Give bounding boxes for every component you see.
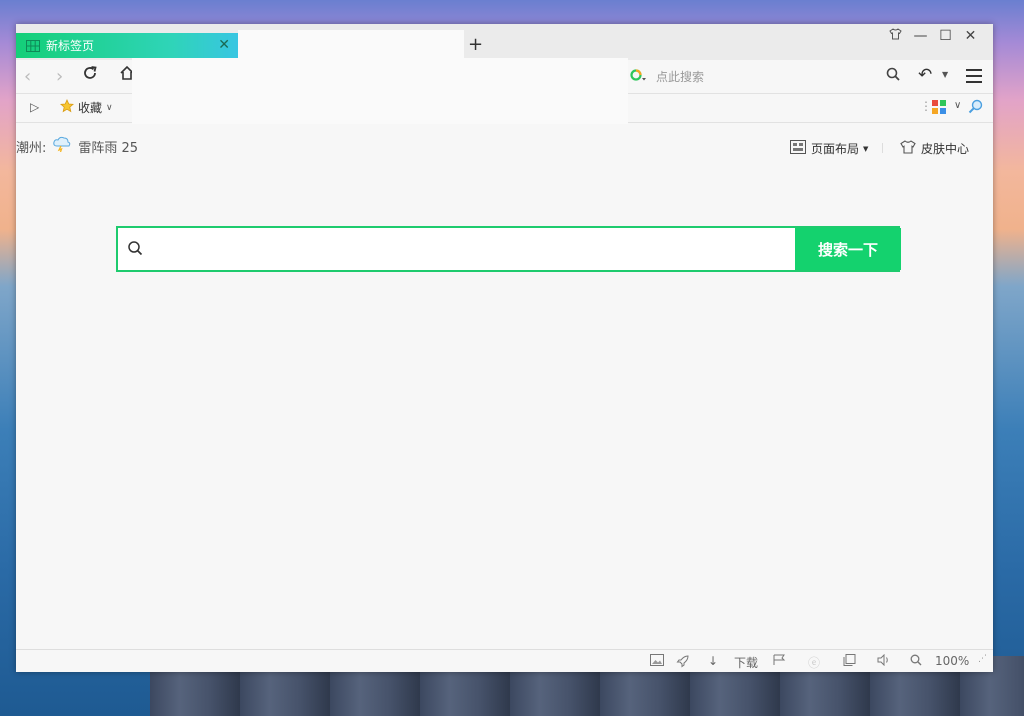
main-search-box: 搜索一下 [116, 226, 901, 272]
skin-shirt-icon[interactable] [883, 28, 908, 44]
zoom-icon[interactable] [910, 654, 922, 669]
search-button[interactable]: 搜索一下 [795, 228, 901, 270]
status-bar: ↓ 下载 ⓔ 100% ⋰ [16, 649, 993, 672]
zoom-level[interactable]: 100% [935, 654, 969, 668]
blank-tab-area [238, 30, 464, 58]
undo-icon[interactable]: ↶ [918, 65, 932, 85]
minimize-icon[interactable]: — [908, 28, 933, 44]
ie-icon[interactable]: ⓔ [808, 654, 820, 671]
tab-new-tab[interactable]: 新标签页 ✕ [16, 33, 238, 58]
main-search-input[interactable] [152, 240, 782, 258]
toolbar-search-input[interactable]: 点此搜索 [656, 68, 704, 85]
download-arrow-icon[interactable]: ↓ [708, 654, 718, 668]
magnifier-icon[interactable] [968, 99, 984, 118]
layout-label: 页面布局 [811, 142, 860, 156]
apps-icon[interactable] [932, 100, 948, 117]
new-tab-button[interactable]: + [468, 34, 483, 55]
menu-icon[interactable] [966, 69, 982, 87]
blank-popup-area [132, 58, 628, 124]
search-engine-logo-icon [630, 68, 648, 85]
search-engine-selector[interactable]: 点此搜索 [630, 68, 704, 85]
close-tab-icon[interactable]: ✕ [218, 37, 230, 53]
star-icon [60, 99, 74, 116]
favorites-label: 收藏 [78, 101, 103, 115]
page-layout-button[interactable]: 页面布局 ▼ [790, 140, 868, 157]
tab-bar: 新标签页 ✕ + — ☐ ✕ [16, 24, 993, 60]
thunderstorm-icon [52, 136, 72, 156]
favorites-button[interactable]: 收藏 ∨ [60, 99, 113, 116]
weather-widget[interactable]: 潮州: 雷阵雨 25 [16, 136, 138, 156]
close-window-icon[interactable]: ✕ [958, 28, 983, 44]
image-icon[interactable] [650, 654, 664, 669]
undo-dropdown-icon[interactable]: ▼ [942, 70, 948, 79]
caret-down-icon: ▼ [863, 144, 869, 153]
chevron-down-icon: ∨ [106, 102, 113, 113]
weather-condition: 雷阵雨 25 [78, 140, 139, 156]
rocket-icon[interactable] [676, 654, 690, 671]
back-icon[interactable]: ‹ [24, 66, 31, 87]
sidebar-toggle-icon[interactable]: ▷ [30, 100, 39, 114]
search-icon[interactable] [886, 67, 900, 84]
window-icon[interactable] [843, 654, 856, 669]
forward-icon[interactable]: › [56, 66, 63, 87]
reload-icon[interactable] [82, 65, 98, 86]
resize-grip-icon[interactable]: ⋰ [978, 654, 987, 664]
more-dots-icon[interactable]: ⋮ [920, 99, 932, 113]
window-controls: — ☐ ✕ [883, 28, 983, 44]
skin-center-button[interactable]: 皮肤中心 [900, 140, 969, 157]
shirt-icon [900, 140, 916, 157]
layout-icon [790, 140, 806, 157]
weather-city: 潮州: [16, 140, 47, 156]
apps-chevron-icon[interactable]: ∨ [954, 100, 961, 111]
flag-icon[interactable] [773, 654, 786, 669]
grid-icon [26, 39, 40, 52]
browser-window: 新标签页 ✕ + — ☐ ✕ ‹ › 点此搜索 ↶ ▼ ▷ 收藏 ∨ ⋮ ∨ 潮… [16, 24, 993, 672]
speaker-icon[interactable] [877, 653, 891, 669]
divider [882, 143, 883, 153]
skin-label: 皮肤中心 [921, 142, 970, 156]
tab-title: 新标签页 [46, 39, 95, 53]
download-label[interactable]: 下载 [734, 654, 758, 671]
maximize-icon[interactable]: ☐ [933, 28, 958, 44]
search-icon [127, 240, 143, 259]
